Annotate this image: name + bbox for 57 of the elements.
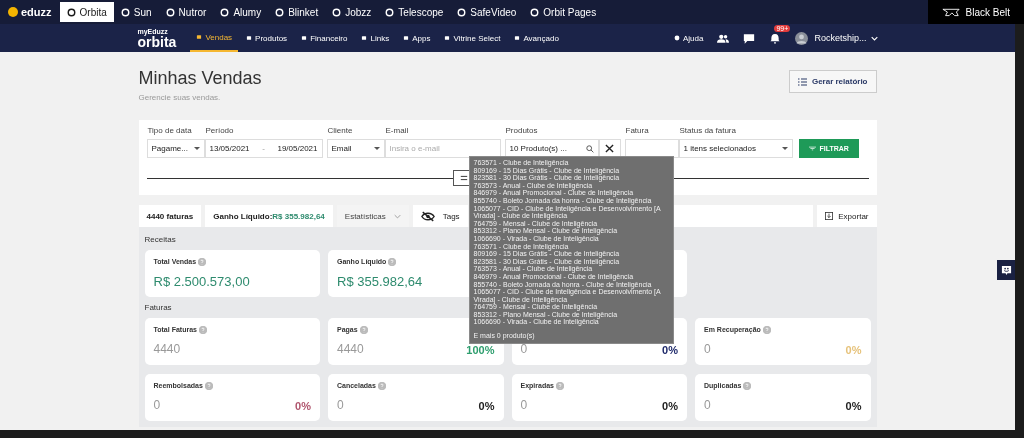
- help-link[interactable]: Ajuda: [668, 24, 710, 52]
- card-percent: 0%: [478, 400, 495, 412]
- nav-tab[interactable]: Apps: [397, 24, 437, 52]
- card-percent: 100%: [466, 344, 495, 356]
- app-tab[interactable]: Blinket: [268, 2, 326, 22]
- field-label: Produtos: [504, 126, 539, 135]
- eduzz-logo[interactable]: eduzz: [21, 6, 52, 18]
- card-value: 0: [337, 398, 344, 412]
- app-tab[interactable]: Orbit Pages: [523, 2, 604, 22]
- invoice-count: 4440 faturas: [138, 205, 202, 227]
- app-tab[interactable]: Nutror: [158, 2, 214, 22]
- field-label: E-mail: [384, 126, 410, 135]
- card-percent: 0%: [845, 344, 862, 356]
- card-value: 0: [520, 398, 528, 412]
- card-value: 0: [704, 398, 711, 412]
- card-percent: 0%: [662, 400, 678, 412]
- net-gain-summary: Ganho Líquido:R$ 355.982,64: [205, 205, 333, 227]
- tags-button[interactable]: Tags: [412, 205, 468, 227]
- app-tab[interactable]: Sun: [113, 2, 159, 22]
- status-select[interactable]: 1 itens selecionados: [678, 139, 793, 158]
- section-title: Receitas: [144, 235, 176, 244]
- card-percent: 0%: [662, 344, 678, 356]
- date-type-select[interactable]: Pagame...: [146, 139, 205, 158]
- card-value: 0: [153, 398, 161, 412]
- app-tab[interactable]: SafeVideo: [450, 2, 524, 22]
- app-tab[interactable]: Orbita: [59, 2, 114, 22]
- field-label: Tipo de data: [146, 126, 193, 135]
- nav-tab[interactable]: Avançado: [508, 24, 565, 52]
- card-value: 0: [704, 342, 711, 356]
- card-percent: 0%: [295, 400, 311, 412]
- export-button[interactable]: Exportar: [817, 205, 877, 227]
- card-value: R$ 355.982,64: [337, 274, 423, 289]
- app-tab[interactable]: Jobzz: [325, 2, 379, 22]
- card-value: 0: [520, 342, 528, 356]
- belt-menu-button[interactable]: Black Belt: [927, 0, 1024, 24]
- email-field[interactable]: Insira o e-mail: [384, 139, 501, 158]
- report-button[interactable]: Gerar relatório: [788, 70, 877, 93]
- nav-tab[interactable]: Vitrine Select: [438, 24, 507, 52]
- card-value: R$ 2.500.573,00: [153, 274, 250, 289]
- page-subtitle: Gerencie suas vendas.: [138, 93, 222, 102]
- client-select[interactable]: Email: [326, 139, 385, 158]
- page-title: Minhas Vendas: [138, 68, 262, 89]
- field-label: Período: [204, 126, 235, 135]
- nav-tab[interactable]: Produtos: [240, 24, 294, 52]
- user-menu[interactable]: Rocketship...: [810, 33, 878, 43]
- section-title: Faturas: [144, 303, 172, 312]
- field-label: Cliente: [326, 126, 354, 135]
- card-value: 4440: [337, 342, 364, 356]
- field-label: Fatura: [624, 126, 650, 135]
- card-value: 4440: [153, 342, 181, 356]
- field-label: Status da fatura: [678, 126, 737, 135]
- card-percent: 0%: [845, 400, 862, 412]
- app-tab[interactable]: Telescope: [378, 2, 451, 22]
- nav-tab[interactable]: Financeiro: [295, 24, 354, 52]
- app-tab[interactable]: Alumy: [213, 2, 269, 22]
- period-field[interactable]: 13/05/2021 - 19/05/2021: [204, 139, 323, 158]
- nav-tab[interactable]: Links: [355, 24, 396, 52]
